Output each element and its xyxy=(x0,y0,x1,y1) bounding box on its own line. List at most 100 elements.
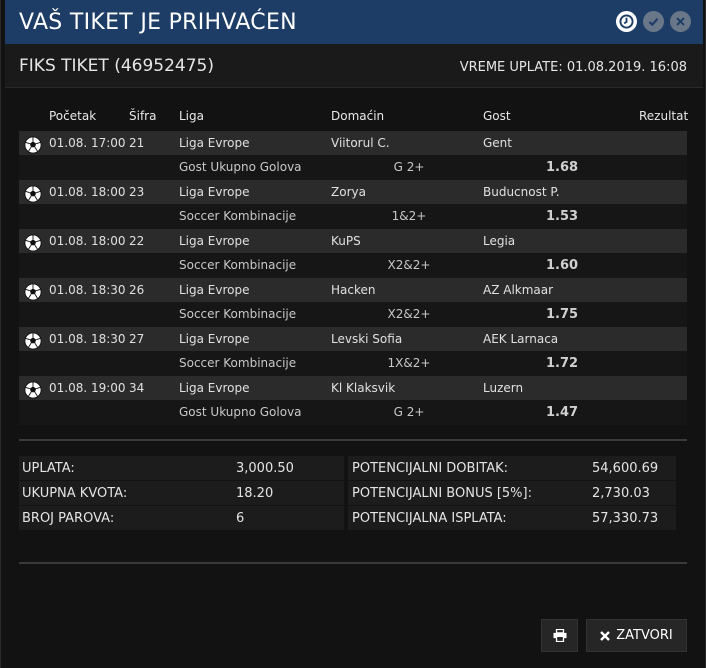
match-home: Levski Sofia xyxy=(331,332,403,346)
bet-type: Gost Ukupno Golova xyxy=(179,405,302,419)
summary-row-pairs: BROJ PAROVA: 6 xyxy=(19,506,344,530)
match-time: 01.08. 19:00 xyxy=(49,381,126,395)
match-code: 27 xyxy=(129,332,145,346)
bet-pick: X2&2+ xyxy=(387,307,431,321)
bet-type: Soccer Kombinacije xyxy=(179,209,297,223)
match-row: 01.08. 18:00 22 Liga Evrope KuPS Legia xyxy=(19,229,687,253)
match-home: Viitorul C. xyxy=(331,136,390,150)
pairs-value: 6 xyxy=(236,511,245,526)
summary-row-potential-win: POTENCIJALNI DOBITAK: 54,600.69 xyxy=(348,456,676,480)
bonus-label: POTENCIJALNI BONUS [5%]: xyxy=(352,486,532,501)
bet-type: Soccer Kombinacije xyxy=(179,258,297,272)
bet-odds: 1.68 xyxy=(546,160,579,175)
match-row: 01.08. 19:00 34 Liga Evrope Kl Klaksvik Luze… xyxy=(19,376,687,400)
match-time: 01.08. 18:00 xyxy=(49,234,126,248)
match-item: 01.08. 18:00 23 Liga Evrope Zorya Buducnost … xyxy=(19,180,687,229)
ticket-modal: VAŠ TIKET JE PRIHVAĆEN FIKS TIKET (46952… xyxy=(0,0,706,668)
bet-odds: 1.72 xyxy=(546,356,579,371)
match-code: 26 xyxy=(129,283,145,297)
bet-type: Soccer Kombinacije xyxy=(179,307,297,321)
bet-row: Soccer Kombinacije X2&2+ 1.60 xyxy=(19,253,687,278)
soccer-ball-icon xyxy=(24,234,42,252)
potential-win-label: POTENCIJALNI DOBITAK: xyxy=(352,461,509,476)
summary-row-bonus: POTENCIJALNI BONUS [5%]: 2,730.03 xyxy=(348,481,676,505)
soccer-ball-icon xyxy=(24,136,42,154)
match-item: 01.08. 18:00 22 Liga Evrope KuPS Legia Soccer… xyxy=(19,229,687,278)
bet-odds: 1.60 xyxy=(546,258,579,273)
col-home: Domaćin xyxy=(331,109,385,123)
bet-type: Soccer Kombinacije xyxy=(179,356,297,370)
match-away: Gent xyxy=(483,136,512,150)
match-home: Kl Klaksvik xyxy=(331,381,396,395)
match-row: 01.08. 18:30 26 Liga Evrope Hacken AZ Alkmaa… xyxy=(19,278,687,302)
summary-row-stake: UPLATA: 3,000.50 xyxy=(19,456,344,480)
payment-time: VREME UPLATE: 01.08.2019. 16:08 xyxy=(459,60,687,75)
ticket-name: FIKS TIKET (46952475) xyxy=(19,56,215,76)
match-league: Liga Evrope xyxy=(179,136,250,150)
match-league: Liga Evrope xyxy=(179,185,250,199)
match-away: AEK Larnaca xyxy=(483,332,559,346)
bet-row: Gost Ukupno Golova G 2+ 1.47 xyxy=(19,400,687,425)
table-header: Početak Šifra Liga Domaćin Gost Rezultat xyxy=(19,107,689,127)
soccer-ball-icon xyxy=(24,283,42,301)
match-item: 01.08. 18:30 26 Liga Evrope Hacken AZ Alkmaa… xyxy=(19,278,687,327)
divider xyxy=(19,439,687,441)
match-item: 01.08. 19:00 34 Liga Evrope Kl Klaksvik Luze… xyxy=(19,376,687,425)
match-item: 01.08. 17:00 21 Liga Evrope Viitorul C. Gent… xyxy=(19,131,687,180)
col-away: Gost xyxy=(483,109,511,123)
soccer-ball-icon xyxy=(24,381,42,399)
title-icons xyxy=(616,11,691,32)
col-league: Liga xyxy=(179,109,204,123)
match-row: 01.08. 18:30 27 Liga Evrope Levski Sofia AEK… xyxy=(19,327,687,351)
close-button[interactable]: ZATVORI xyxy=(586,619,687,652)
payout-value: 57,330.73 xyxy=(592,511,659,526)
match-code: 22 xyxy=(129,234,145,248)
bet-pick: G 2+ xyxy=(393,160,425,174)
bet-pick: X2&2+ xyxy=(387,258,431,272)
col-start: Početak xyxy=(49,109,97,123)
match-home: Hacken xyxy=(331,283,376,297)
bet-odds: 1.47 xyxy=(546,405,579,420)
stake-value: 3,000.50 xyxy=(236,461,294,476)
bet-odds: 1.53 xyxy=(546,209,579,224)
match-league: Liga Evrope xyxy=(179,332,250,346)
bet-pick: 1&2+ xyxy=(391,209,427,223)
total-odds-value: 18.20 xyxy=(236,486,274,501)
close-circle-icon[interactable] xyxy=(670,11,691,32)
match-row: 01.08. 17:00 21 Liga Evrope Viitorul C. Gent xyxy=(19,131,687,155)
close-icon xyxy=(600,630,611,641)
bet-odds: 1.75 xyxy=(546,307,579,322)
match-away: Legia xyxy=(483,234,516,248)
modal-title: VAŠ TIKET JE PRIHVAĆEN xyxy=(19,9,297,35)
match-code: 34 xyxy=(129,381,145,395)
pairs-label: BROJ PAROVA: xyxy=(22,511,115,526)
col-code: Šifra xyxy=(129,109,157,123)
divider-bottom xyxy=(19,562,687,564)
match-time: 01.08. 18:30 xyxy=(49,332,126,346)
match-away: Luzern xyxy=(483,381,524,395)
bet-row: Soccer Kombinacije 1&2+ 1.53 xyxy=(19,204,687,229)
payout-label: POTENCIJALNA ISPLATA: xyxy=(352,511,507,526)
match-item: 01.08. 18:30 27 Liga Evrope Levski Sofia AEK… xyxy=(19,327,687,376)
bet-row: Gost Ukupno Golova G 2+ 1.68 xyxy=(19,155,687,180)
check-circle-icon[interactable] xyxy=(643,11,664,32)
bonus-value: 2,730.03 xyxy=(592,486,650,501)
match-code: 23 xyxy=(129,185,145,199)
col-result: Rezultat xyxy=(639,109,689,123)
bet-row: Soccer Kombinacije 1X&2+ 1.72 xyxy=(19,351,687,376)
match-row: 01.08. 18:00 23 Liga Evrope Zorya Buducnost … xyxy=(19,180,687,204)
summary-row-payout: POTENCIJALNA ISPLATA: 57,330.73 xyxy=(348,506,676,530)
match-away: AZ Alkmaar xyxy=(483,283,554,297)
stake-label: UPLATA: xyxy=(22,461,75,476)
match-home: KuPS xyxy=(331,234,361,248)
modal-title-bar: VAŠ TIKET JE PRIHVAĆEN xyxy=(5,0,703,44)
bet-row: Soccer Kombinacije X2&2+ 1.75 xyxy=(19,302,687,327)
potential-win-value: 54,600.69 xyxy=(592,461,659,476)
total-odds-label: UKUPNA KVOTA: xyxy=(22,486,128,501)
bet-pick: 1X&2+ xyxy=(387,356,431,370)
match-time: 01.08. 18:00 xyxy=(49,185,126,199)
clock-icon[interactable] xyxy=(616,11,637,32)
print-button[interactable] xyxy=(541,619,578,652)
soccer-ball-icon xyxy=(24,185,42,203)
match-time: 01.08. 17:00 xyxy=(49,136,126,150)
